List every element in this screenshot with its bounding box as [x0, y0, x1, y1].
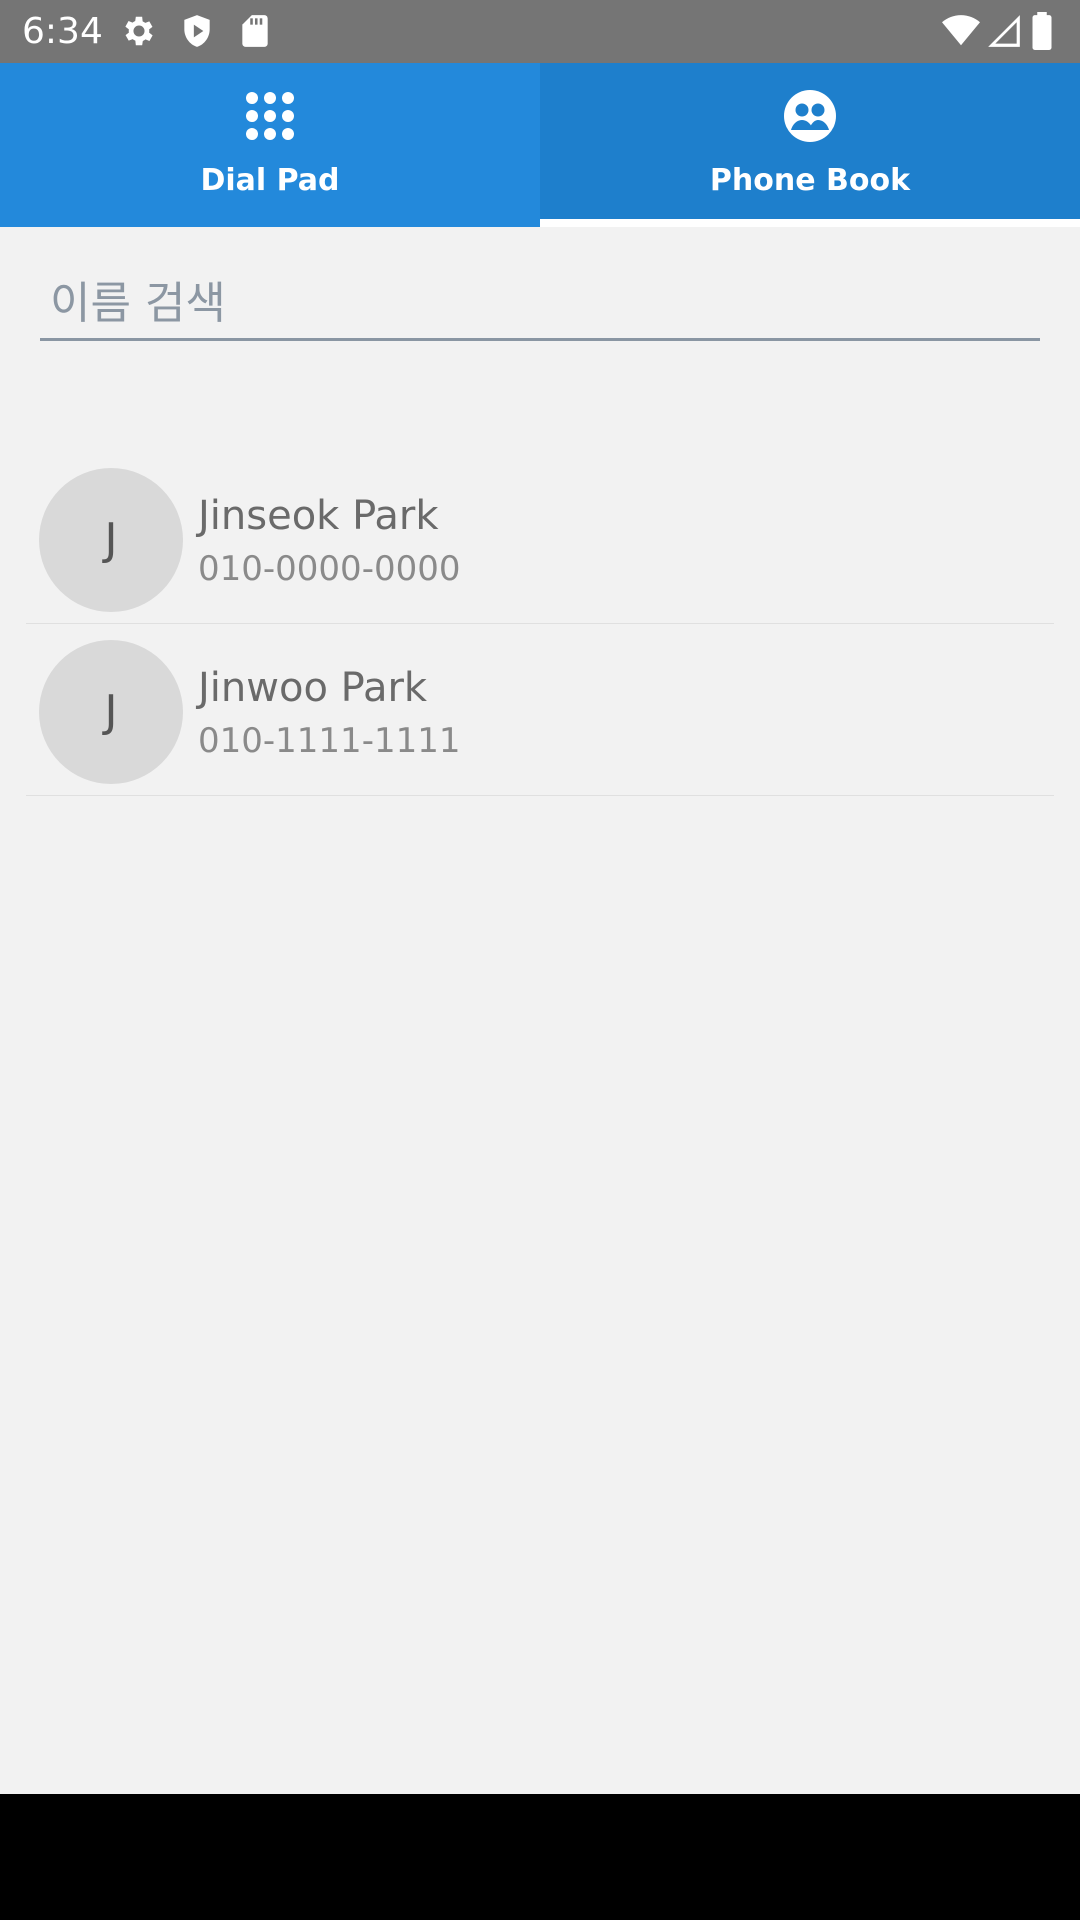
contact-phone: 010-0000-0000 — [198, 549, 461, 589]
signal-icon — [985, 12, 1023, 50]
wifi-icon — [942, 12, 980, 50]
status-time: 6:34 — [22, 11, 103, 52]
phone-book-content: J Jinseok Park 010-0000-0000 J Jinwoo Pa… — [0, 227, 1080, 1794]
name-search-input[interactable] — [40, 269, 1040, 341]
battery-icon — [1030, 12, 1054, 50]
tab-bar: Dial Pad Phone Book — [0, 63, 1080, 227]
avatar: J — [39, 468, 183, 612]
tab-phone-book[interactable]: Phone Book — [540, 63, 1080, 227]
tab-dial-pad[interactable]: Dial Pad — [0, 63, 540, 227]
dialpad-icon — [243, 89, 297, 143]
contact-row[interactable]: J Jinseok Park 010-0000-0000 — [26, 452, 1054, 624]
tab-dial-pad-label: Dial Pad — [200, 163, 340, 198]
contact-list: J Jinseok Park 010-0000-0000 J Jinwoo Pa… — [26, 452, 1054, 796]
contacts-icon — [783, 89, 837, 143]
contact-name: Jinseok Park — [198, 493, 439, 539]
status-bar: 6:34 — [0, 0, 1080, 63]
gear-icon — [120, 12, 158, 50]
sd-card-icon — [236, 12, 274, 50]
contact-row[interactable]: J Jinwoo Park 010-1111-1111 — [26, 624, 1054, 796]
contact-phone: 010-1111-1111 — [198, 721, 461, 761]
contact-name: Jinwoo Park — [198, 665, 428, 711]
tab-selected-indicator — [540, 219, 1080, 227]
screen: 6:34 Dial Pad Phone Book 이름 검색 J Jinseok… — [0, 0, 1080, 1920]
tab-phone-book-label: Phone Book — [709, 163, 911, 198]
navigation-bar — [0, 1794, 1080, 1920]
shield-icon — [178, 12, 216, 50]
avatar: J — [39, 640, 183, 784]
